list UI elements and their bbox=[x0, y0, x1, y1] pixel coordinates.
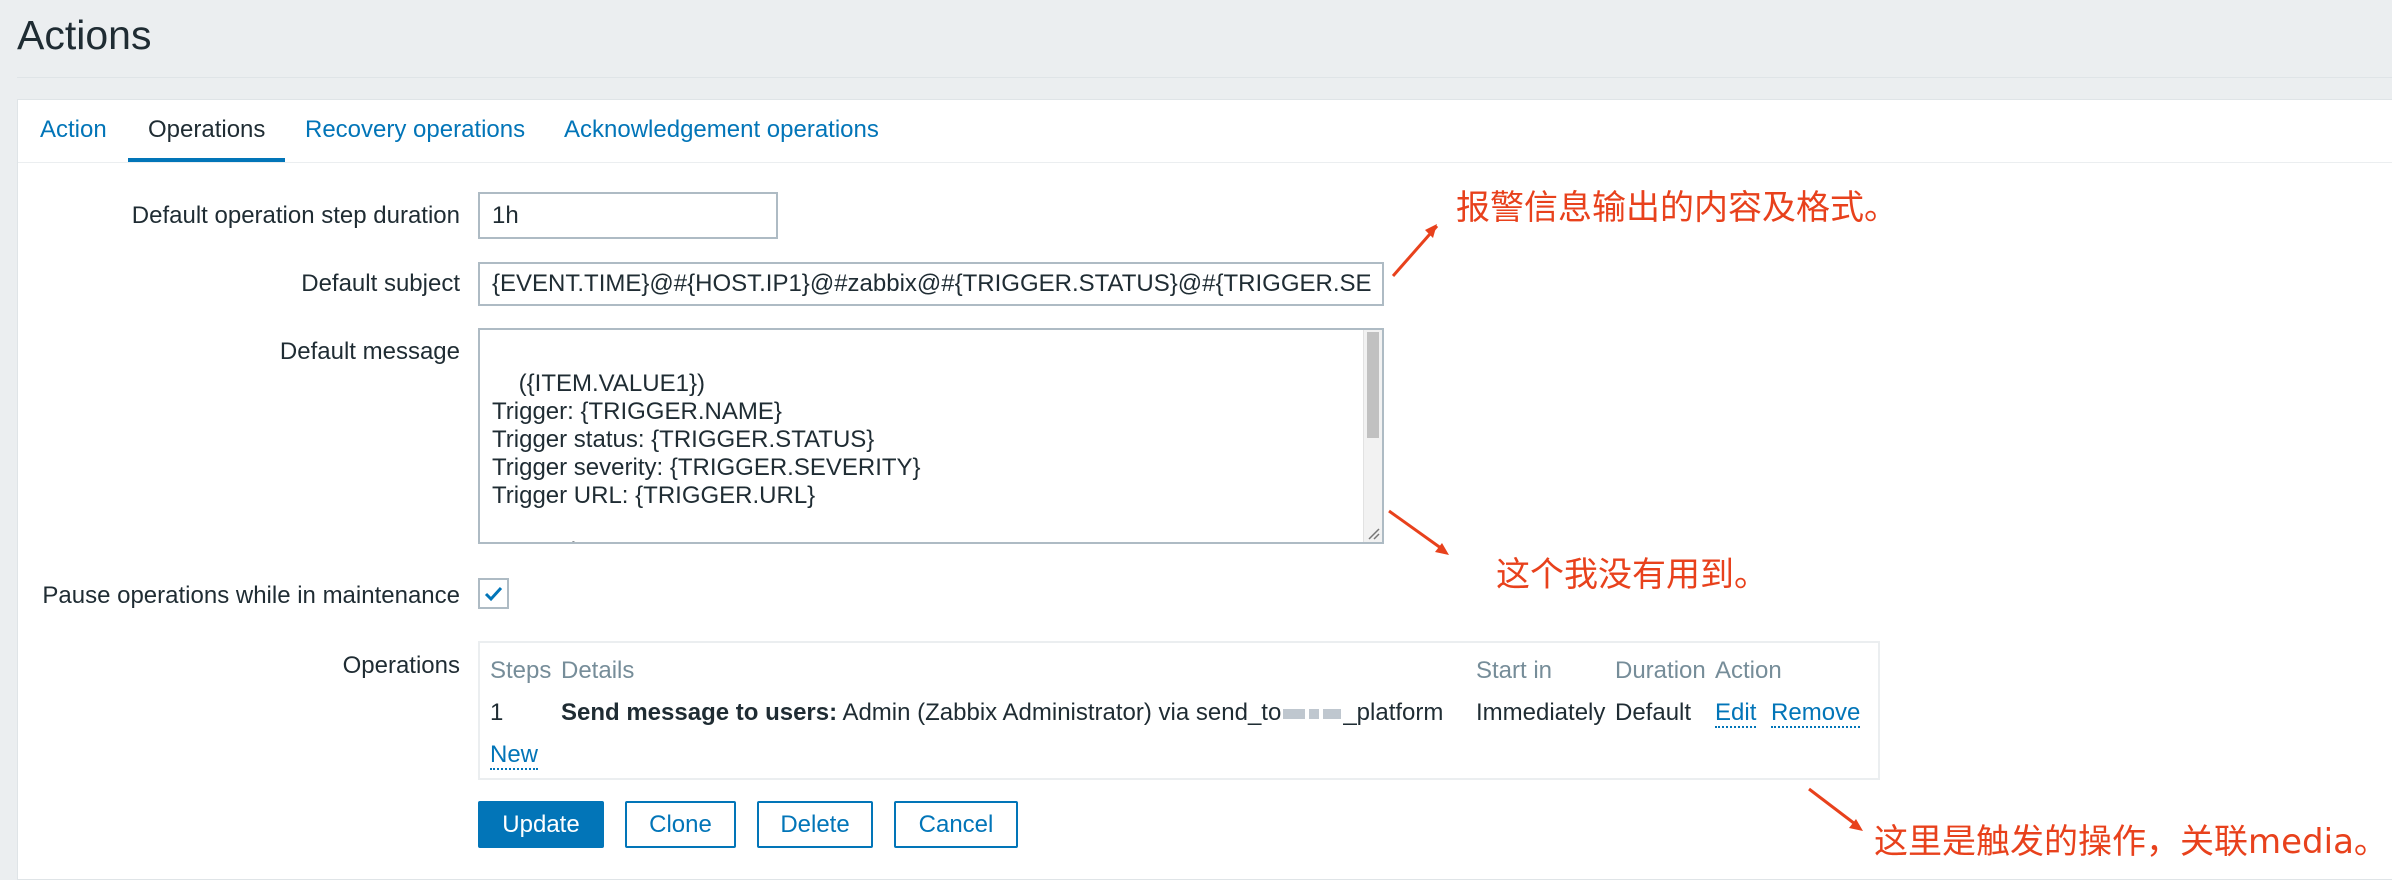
step-duration-label: Default operation step duration bbox=[131, 202, 460, 229]
subject-label: Default subject bbox=[301, 270, 460, 297]
delete-button[interactable]: Delete bbox=[757, 801, 873, 848]
column-header-details: Details bbox=[561, 657, 635, 684]
pause-label: Pause operations while in maintenance bbox=[42, 582, 460, 609]
cancel-button[interactable]: Cancel bbox=[894, 801, 1018, 848]
tab-operations[interactable]: Operations bbox=[128, 100, 286, 162]
page-title: Actions bbox=[17, 12, 152, 58]
annotation-arrow-subject bbox=[1391, 224, 1439, 277]
operation-duration: Default bbox=[1615, 699, 1692, 726]
checkmark-icon bbox=[484, 586, 503, 602]
operation-step: 1 bbox=[490, 699, 504, 726]
redacted-block bbox=[1283, 708, 1306, 719]
new-operation-link[interactable]: New bbox=[490, 741, 539, 770]
message-label: Default message bbox=[279, 338, 460, 365]
remove-link[interactable]: Remove bbox=[1771, 699, 1861, 728]
scrollbar-thumb[interactable] bbox=[1367, 332, 1379, 438]
tab-action[interactable]: Action bbox=[40, 100, 107, 162]
step-duration-input[interactable]: 1h bbox=[478, 192, 778, 239]
operations-label: Operations bbox=[342, 652, 460, 679]
message-textarea[interactable]: ({ITEM.VALUE1}) Trigger: {TRIGGER.NAME} … bbox=[478, 328, 1384, 544]
operation-actions: Edit Remove bbox=[1715, 699, 1861, 728]
message-scrollbar[interactable] bbox=[1363, 330, 1382, 542]
tab-bar: Action Operations Recovery operations Ac… bbox=[18, 100, 2392, 163]
operation-details-text: Admin (Zabbix Administrator) via send_to bbox=[842, 699, 1282, 726]
annotation-message-note: 这个我没有用到。 bbox=[1496, 555, 1768, 595]
header-divider bbox=[17, 77, 2392, 78]
operation-details-suffix: _platform bbox=[1343, 699, 1444, 726]
message-text: ({ITEM.VALUE1}) Trigger: {TRIGGER.NAME} … bbox=[492, 370, 921, 542]
operation-start-in: Immediately bbox=[1476, 699, 1606, 726]
annotation-arrow-operations bbox=[1808, 787, 1863, 831]
tab-recovery-operations[interactable]: Recovery operations bbox=[305, 100, 525, 162]
tab-acknowledgement-operations[interactable]: Acknowledgement operations bbox=[564, 100, 879, 162]
update-button[interactable]: Update bbox=[478, 801, 604, 848]
annotation-arrow-message bbox=[1388, 509, 1449, 555]
subject-input[interactable]: {EVENT.TIME}@#{HOST.IP1}@#zabbix@#{TRIGG… bbox=[478, 262, 1384, 306]
pause-checkbox[interactable] bbox=[478, 578, 509, 609]
annotation-subject-note: 报警信息输出的内容及格式。 bbox=[1456, 188, 1898, 228]
operations-new-row: New bbox=[490, 741, 539, 770]
column-header-steps: Steps bbox=[490, 657, 552, 684]
operations-table: Steps Details Start in Duration Action 1… bbox=[478, 641, 1880, 780]
operation-details: Send message to users: Admin (Zabbix Adm… bbox=[561, 699, 1443, 727]
resize-grip-icon[interactable] bbox=[1366, 526, 1380, 540]
redacted-block bbox=[1323, 708, 1342, 719]
form-panel: Action Operations Recovery operations Ac… bbox=[17, 99, 2392, 880]
annotation-operations-note: 这里是触发的操作，关联media。 bbox=[1874, 822, 2388, 862]
clone-button[interactable]: Clone bbox=[625, 801, 736, 848]
column-header-action: Action bbox=[1715, 657, 1782, 684]
column-header-start-in: Start in bbox=[1476, 657, 1553, 684]
edit-link[interactable]: Edit bbox=[1715, 699, 1757, 728]
operation-details-bold: Send message to users: bbox=[561, 699, 838, 726]
column-header-duration: Duration bbox=[1615, 657, 1706, 684]
redacted-block bbox=[1309, 708, 1320, 719]
